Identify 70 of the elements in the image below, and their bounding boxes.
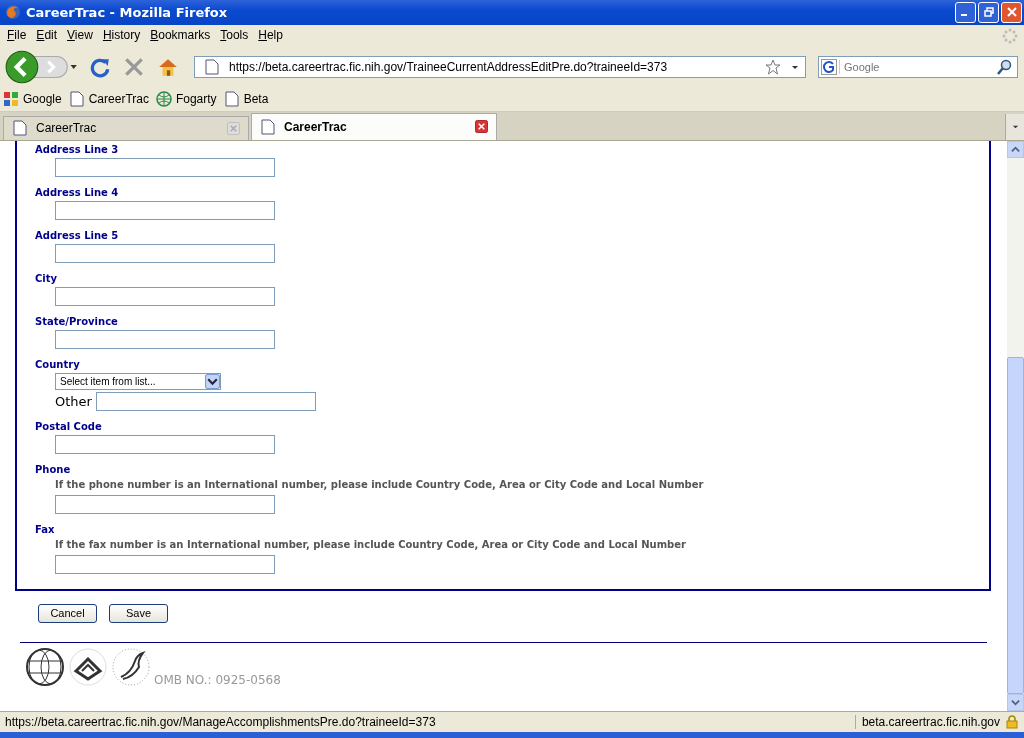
text-field[interactable] bbox=[55, 243, 275, 263]
field-hint: If the fax number is an International number, please include Country Code, Area or City Code and Local Number bbox=[55, 537, 687, 552]
browser-tab[interactable]: CareerTrac bbox=[251, 112, 497, 140]
globe-icon bbox=[155, 91, 172, 108]
menu-item[interactable]: File bbox=[2, 28, 32, 43]
scroll-down-icon[interactable] bbox=[1011, 698, 1020, 708]
form-button[interactable]: Save bbox=[109, 603, 168, 623]
bookmark-item[interactable]: Fogarty bbox=[155, 91, 220, 108]
other-label: Other bbox=[55, 393, 92, 409]
restore-icon bbox=[983, 7, 994, 18]
firefox-logo-icon bbox=[5, 4, 21, 21]
search-icon[interactable] bbox=[997, 58, 1013, 75]
search-engine-icon[interactable] bbox=[821, 58, 837, 75]
dropdown-arrow-icon bbox=[1011, 123, 1019, 131]
text-field[interactable] bbox=[55, 157, 275, 177]
page-icon bbox=[260, 118, 276, 135]
field-label: Address Line 3 bbox=[35, 142, 120, 157]
field-label: Phone bbox=[35, 462, 72, 477]
field-label: State/Province bbox=[35, 314, 119, 329]
field-hint: If the phone number is an International number, please include Country Code, Area or City Code and Local Number bbox=[55, 477, 705, 492]
form-button[interactable]: Cancel bbox=[38, 603, 97, 623]
omb-number: OMB NO.: 0925-0568 bbox=[154, 672, 281, 687]
throbber-icon bbox=[1002, 27, 1018, 44]
page-icon bbox=[223, 91, 240, 108]
field-label: Country bbox=[35, 357, 81, 372]
minimize-button[interactable] bbox=[955, 1, 976, 23]
field-label: Address Line 4 bbox=[35, 185, 120, 200]
field-label: Address Line 5 bbox=[35, 228, 120, 243]
menu-item[interactable]: View bbox=[62, 28, 98, 43]
vertical-scrollbar[interactable] bbox=[1007, 140, 1024, 712]
scroll-up-icon[interactable] bbox=[1011, 144, 1020, 154]
status-url: https://beta.careertrac.fic.nih.gov/ManageAccomplishmentsPre.do?traineeId=373 bbox=[5, 715, 437, 730]
menu-item[interactable]: Edit bbox=[31, 28, 63, 43]
menu-item[interactable]: Help bbox=[253, 28, 288, 43]
padlock-icon bbox=[1006, 715, 1018, 730]
close-icon bbox=[1006, 7, 1017, 18]
eagle-logo-icon bbox=[111, 646, 151, 687]
squares-icon bbox=[3, 91, 19, 108]
text-field[interactable] bbox=[95, 391, 316, 411]
bookmark-item[interactable]: Google bbox=[3, 91, 65, 108]
field-label: City bbox=[35, 271, 59, 286]
text-field[interactable] bbox=[55, 434, 275, 454]
star-icon[interactable] bbox=[765, 58, 781, 75]
menu-item[interactable]: History bbox=[97, 28, 146, 43]
stop-icon[interactable] bbox=[123, 55, 145, 78]
tab-close-icon[interactable] bbox=[475, 120, 488, 134]
bookmark-item[interactable]: Beta bbox=[223, 91, 272, 108]
globe-logo-icon bbox=[25, 646, 65, 687]
text-field[interactable] bbox=[55, 554, 275, 574]
browser-tab[interactable]: CareerTrac bbox=[3, 115, 249, 140]
text-field[interactable] bbox=[55, 329, 275, 349]
field-label: Postal Code bbox=[35, 419, 103, 434]
country-dropdown[interactable]: Select item from list... bbox=[55, 372, 221, 390]
restore-button[interactable] bbox=[978, 1, 999, 23]
page-icon bbox=[68, 91, 85, 108]
menu-item[interactable]: Tools bbox=[215, 28, 254, 43]
search-bar[interactable]: Google bbox=[818, 55, 1018, 78]
text-field[interactable] bbox=[55, 494, 275, 514]
bookmark-item[interactable]: CareerTrac bbox=[68, 91, 152, 108]
menu-item[interactable]: Bookmarks bbox=[145, 28, 216, 43]
page-icon bbox=[12, 120, 28, 137]
page-icon bbox=[205, 58, 219, 75]
field-label: Fax bbox=[35, 522, 56, 537]
text-field[interactable] bbox=[55, 200, 275, 220]
address-bar[interactable]: https://beta.careertrac.fic.nih.gov/TraineeCurrentAddressEditPre.do?traineeId=373 bbox=[194, 55, 806, 78]
close-button[interactable] bbox=[1001, 1, 1022, 23]
minimize-icon bbox=[961, 14, 967, 17]
window-title: CareerTrac - Mozilla Firefox bbox=[26, 4, 229, 20]
emblem-logo-icon bbox=[68, 646, 108, 687]
text-field[interactable] bbox=[55, 286, 275, 306]
